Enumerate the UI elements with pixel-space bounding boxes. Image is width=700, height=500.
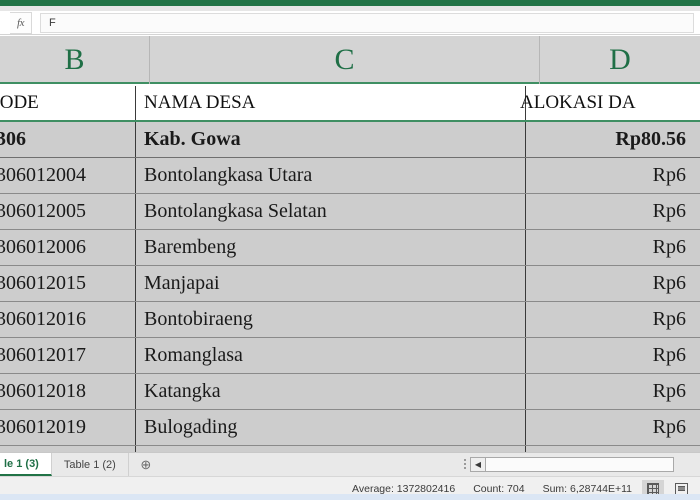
cell-kode: 7306012015	[0, 266, 136, 301]
table-row[interactable]: 7306012015 Manjapai Rp6	[0, 266, 700, 302]
scroll-left-icon[interactable]: ◀	[470, 456, 486, 472]
cell-nama: Bulogading	[136, 410, 526, 445]
table-row[interactable]: 7306012017 Romanglasa Rp6	[0, 338, 700, 374]
cell-alokasi: Rp6	[652, 308, 686, 330]
cell-kode: 7306	[0, 122, 136, 157]
cell-kode: 7306012016	[0, 302, 136, 337]
table-row[interactable]: 7306012016 Bontobiraeng Rp6	[0, 302, 700, 338]
table-row[interactable]: 7306012004 Bontolangkasa Utara Rp6	[0, 158, 700, 194]
insert-function-button[interactable]: fx	[10, 11, 32, 34]
cell-nama: Katangka	[136, 374, 526, 409]
header-cell-alokasi: ALOKASI DA	[520, 92, 636, 113]
cell-nama: Barembeng	[136, 230, 526, 265]
cell-nama: Bontolangkasa Utara	[136, 158, 526, 193]
cell-alokasi: Rp6	[652, 416, 686, 438]
worksheet-grid[interactable]: KODE NAMA DESA ALOKASI DA 7306 Kab. Gowa…	[0, 86, 700, 452]
grid-icon	[647, 482, 659, 495]
cell-alokasi: Rp6	[652, 164, 686, 186]
table-header-row: KODE NAMA DESA ALOKASI DA	[0, 86, 700, 122]
table-row[interactable]: 7306012019 Bulogading Rp6	[0, 410, 700, 446]
excel-window: fx F B C D KODE NAMA DESA ALOKASI DA 730…	[0, 0, 700, 500]
cell-alokasi: Rp6	[652, 272, 686, 294]
column-header-d[interactable]: D	[540, 36, 700, 84]
status-sum: Sum: 6,28744E+11	[542, 482, 632, 495]
column-header-c[interactable]: C	[150, 36, 540, 84]
scroll-track[interactable]	[486, 456, 674, 472]
desktop-peek-strip	[0, 494, 700, 500]
cell-alokasi: Rp80.56	[615, 128, 686, 150]
cell-nama: Manjapai	[136, 266, 526, 301]
status-statistics: Average: 1372802416 Count: 704 Sum: 6,28…	[352, 483, 642, 495]
split-handle-icon[interactable]	[460, 456, 470, 472]
header-cell-kode: KODE	[0, 86, 136, 120]
formula-bar: fx F	[0, 11, 700, 35]
page-icon	[674, 482, 688, 495]
horizontal-scrollbar[interactable]: ◀	[460, 452, 700, 476]
header-cell-nama: NAMA DESA	[136, 86, 526, 120]
cell-kode: 7306012018	[0, 374, 136, 409]
cell-kode: 7306012004	[0, 158, 136, 193]
status-average: Average: 1372802416	[352, 482, 456, 495]
cell-alokasi: Rp6	[652, 236, 686, 258]
fx-icon: fx	[17, 16, 24, 29]
cell-nama: Bontolangkasa Selatan	[136, 194, 526, 229]
cell-nama: Kab. Gowa	[136, 122, 526, 157]
sheet-tab-active[interactable]: le 1 (3)	[0, 453, 52, 476]
cell-nama: Bontobiraeng	[136, 302, 526, 337]
status-count: Count: 704	[473, 482, 525, 495]
cell-alokasi: Rp6	[652, 344, 686, 366]
cell-alokasi: Rp6	[652, 200, 686, 222]
table-row[interactable]: 7306012006 Barembeng Rp6	[0, 230, 700, 266]
cell-kode: 7306012006	[0, 230, 136, 265]
table-row-total[interactable]: 7306 Kab. Gowa Rp80.56	[0, 122, 700, 158]
column-header-band: B C D	[0, 36, 700, 84]
cell-nama: Romanglasa	[136, 338, 526, 373]
column-header-b[interactable]: B	[0, 36, 150, 84]
cell-alokasi: Rp6	[652, 380, 686, 402]
cell-kode: 7306012017	[0, 338, 136, 373]
table-row[interactable]: 7306012018 Katangka Rp6	[0, 374, 700, 410]
add-sheet-icon[interactable]: ⊕	[129, 453, 163, 476]
table-row[interactable]: 7306012005 Bontolangkasa Selatan Rp6	[0, 194, 700, 230]
cell-kode: 7306012005	[0, 194, 136, 229]
cell-kode: 7306012019	[0, 410, 136, 445]
sheet-tab-table-1-2[interactable]: Table 1 (2)	[52, 453, 129, 476]
formula-input[interactable]: F	[40, 12, 694, 33]
